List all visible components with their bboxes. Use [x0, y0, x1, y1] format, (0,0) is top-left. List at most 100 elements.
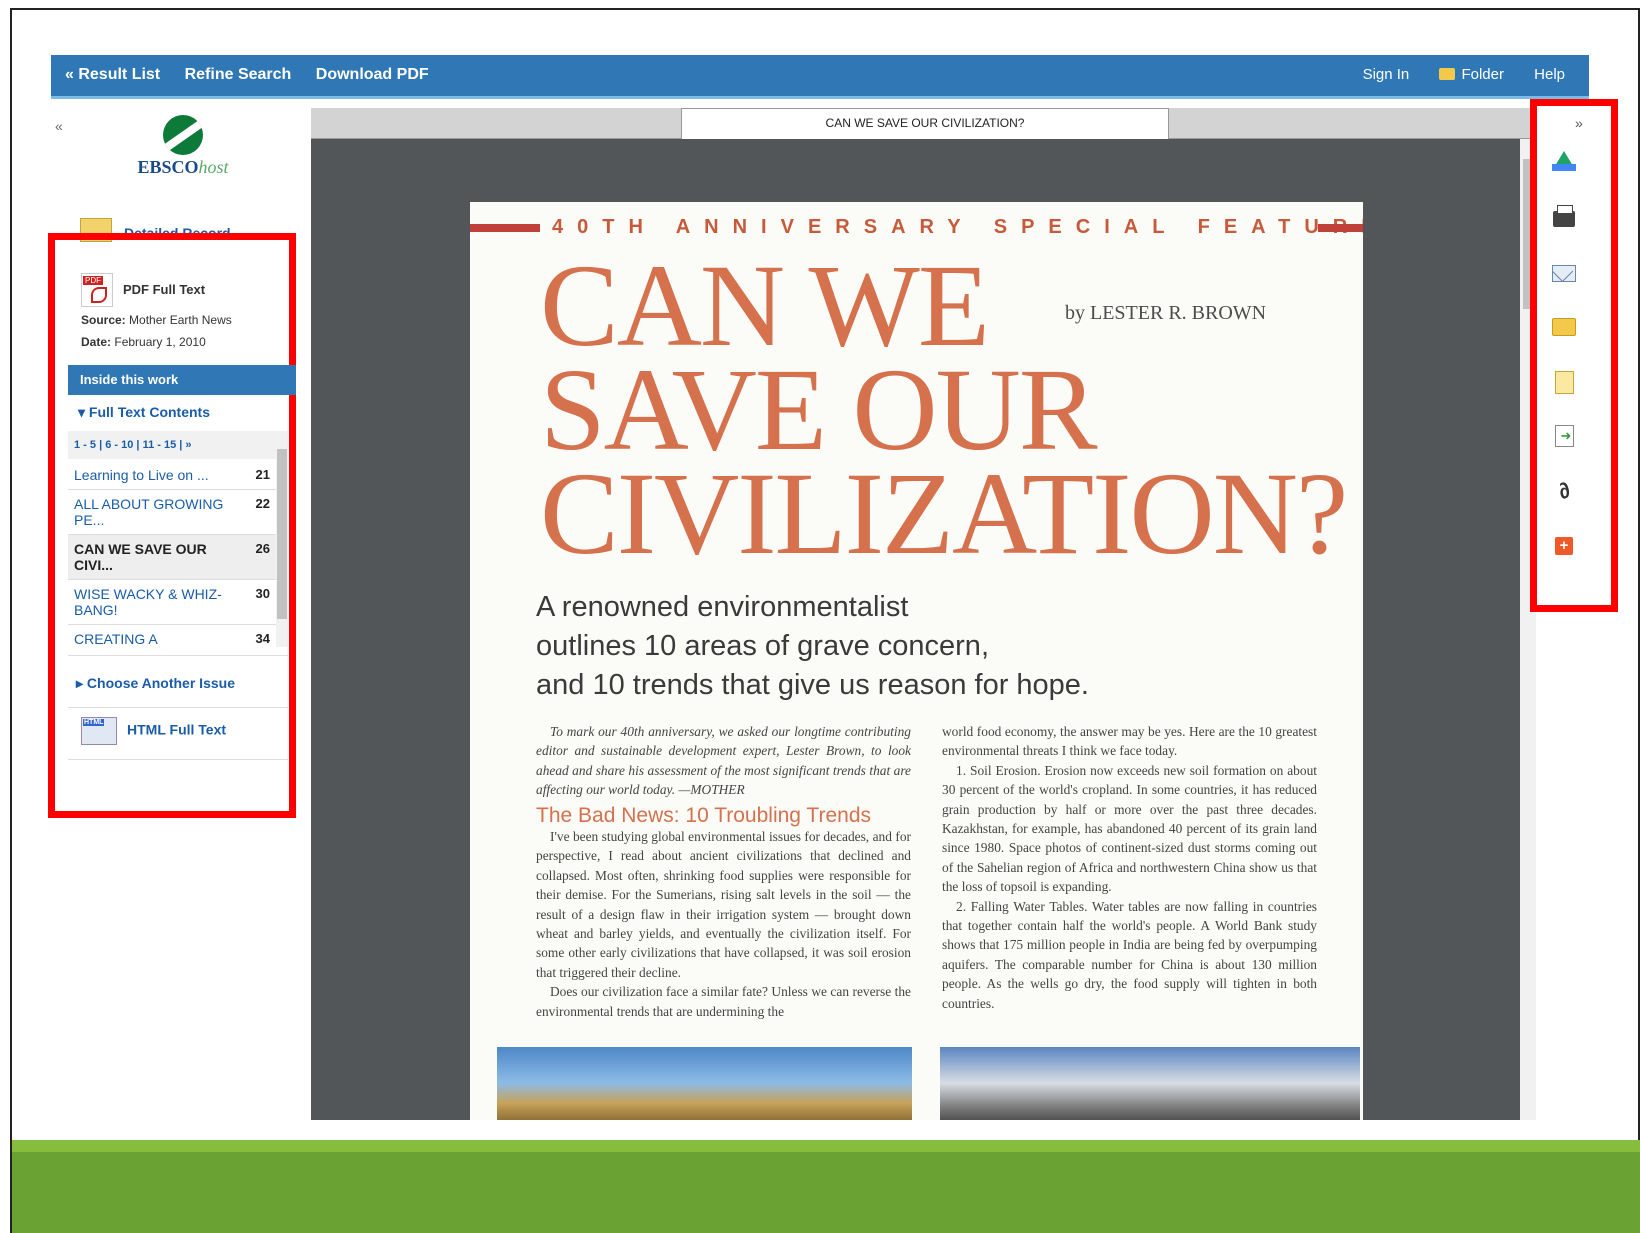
item-title: ALL ABOUT GROWING PE... [74, 496, 224, 528]
viewer-tab-bar: CAN WE SAVE OUR CIVILIZATION? [311, 108, 1536, 139]
source-value: Mother Earth News [129, 313, 232, 327]
item-title: CREATING A SUSTAINAB... [74, 631, 157, 647]
article-column-right: world food economy, the answer may be ye… [942, 722, 1317, 1013]
contents-pager: 1 - 5 | 6 - 10 | 11 - 15 | » [68, 431, 286, 459]
ebsco-globe-icon [163, 115, 203, 155]
item-title: CAN WE SAVE OUR CIVI... [74, 541, 207, 573]
choose-another-issue-link[interactable]: ▸ Choose Another Issue [76, 675, 235, 692]
divider [68, 759, 288, 760]
list-item[interactable]: Learning to Live on ... 21 [68, 461, 276, 490]
divider [68, 655, 288, 656]
full-text-contents-label: Full Text Contents [88, 404, 210, 420]
article-column-left: To mark our 40th anniversary, we asked o… [536, 722, 911, 1021]
feature-banner: 40TH ANNIVERSARY SPECIAL FEATURE [470, 216, 1363, 242]
html-full-text-label: HTML Full Text [127, 721, 227, 738]
paragraph: 1. Soil Erosion. Erosion now exceeds new… [942, 762, 1317, 895]
add-to-folder-button[interactable] [1551, 314, 1577, 340]
pager-1-5[interactable]: 1 - 5 [74, 439, 96, 451]
divider [68, 707, 288, 708]
landscape-photo [497, 1047, 912, 1120]
note-button[interactable] [1551, 369, 1577, 395]
google-drive-icon [1552, 151, 1576, 171]
pager-next[interactable]: » [185, 439, 191, 451]
item-page: 22 [255, 496, 270, 511]
share-button[interactable]: + [1551, 533, 1577, 559]
article-intro: To mark our 40th anniversary, we asked o… [536, 724, 911, 798]
pdf-icon [81, 273, 113, 307]
pager-11-15[interactable]: 11 - 15 [143, 439, 177, 451]
source-label: Source: [81, 313, 126, 327]
paragraph: world food economy, the answer may be ye… [942, 724, 1317, 759]
article-byline: by LESTER R. BROWN [1065, 302, 1267, 324]
document-tab[interactable]: CAN WE SAVE OUR CIVILIZATION? [681, 108, 1169, 139]
result-list-link[interactable]: « Result List [65, 66, 160, 83]
source-line: Source: Mother Earth News [81, 313, 232, 327]
folder-link[interactable]: Folder [1439, 66, 1504, 83]
refine-search-link[interactable]: Refine Search [185, 66, 292, 83]
item-title: WISE WACKY & WHIZ-BANG! [74, 586, 222, 618]
scrollbar-thumb[interactable] [277, 449, 287, 619]
html-full-text-link[interactable]: HTML Full Text [81, 717, 226, 745]
headline-line-2: SAVE OUR [540, 344, 1098, 475]
folder-label: Folder [1461, 66, 1504, 83]
pdf-full-text-link[interactable]: PDF Full Text [81, 273, 205, 307]
date-value: February 1, 2010 [114, 335, 206, 349]
subhead-line-2: outlines 10 areas of grave concern, [536, 630, 989, 662]
item-page: 34 [255, 631, 270, 646]
permalink-icon: ∂ [1554, 476, 1574, 505]
help-link[interactable]: Help [1534, 66, 1565, 83]
full-text-contents-toggle[interactable]: ▾ Full Text Contents [78, 404, 210, 421]
item-page: 26 [255, 541, 270, 556]
export-icon [1554, 425, 1574, 447]
item-page: 21 [255, 467, 270, 482]
export-button[interactable] [1551, 423, 1577, 449]
collapse-left-panel-button[interactable]: « [55, 118, 63, 134]
pdf-page: 40TH ANNIVERSARY SPECIAL FEATURE CAN WE … [470, 202, 1363, 1120]
expand-tools-button[interactable]: » [1575, 115, 1583, 131]
email-button[interactable] [1551, 260, 1577, 286]
banner-rule-left [470, 224, 540, 232]
list-item[interactable]: ALL ABOUT GROWING PE... 22 [68, 490, 276, 535]
date-line: Date: February 1, 2010 [81, 335, 206, 349]
contents-list: Learning to Live on ... 21 ALL ABOUT GROW… [68, 461, 276, 647]
sign-in-link[interactable]: Sign In [1363, 66, 1410, 83]
paragraph: Does our civilization face a similar fat… [536, 984, 911, 1019]
item-page: 30 [255, 586, 270, 601]
folder-icon [1439, 68, 1456, 80]
slide-footer-band [12, 1140, 1640, 1233]
paragraph: I've been studying global environmental … [536, 829, 911, 980]
list-item[interactable]: CREATING A SUSTAINAB... 34 [68, 625, 276, 647]
note-icon [1554, 370, 1574, 394]
item-title: Learning to Live on ... [74, 467, 209, 483]
download-pdf-link[interactable]: Download PDF [316, 66, 429, 83]
banner-rule-right [1318, 224, 1363, 232]
permalink-button[interactable]: ∂ [1551, 476, 1577, 505]
html-icon [81, 717, 117, 745]
google-drive-button[interactable] [1551, 148, 1577, 174]
subhead-line-1: A renowned environmentalist [536, 591, 909, 623]
pager-6-10[interactable]: 6 - 10 [105, 439, 133, 451]
print-button[interactable] [1551, 205, 1577, 232]
left-panel: PDF Full Text Source: Mother Earth News … [58, 257, 296, 812]
banner-text: 40TH ANNIVERSARY SPECIAL FEATURE [552, 216, 1363, 238]
logo-brand-main: EBSCO [137, 157, 199, 177]
article-subhead: A renowned environmentalist outlines 10 … [536, 588, 1089, 705]
mountain-photo [940, 1047, 1360, 1120]
share-add-icon: + [1555, 537, 1573, 555]
date-label: Date: [81, 335, 112, 349]
section-title: The Bad News: 10 Troubling Trends [536, 803, 872, 827]
logo-brand-host: host [198, 157, 229, 177]
contents-scrollbar[interactable] [276, 431, 288, 647]
inside-this-work-header: Inside this work [68, 365, 296, 395]
paragraph: 2. Falling Water Tables. Water tables ar… [942, 898, 1317, 1011]
list-item[interactable]: WISE WACKY & WHIZ-BANG! 30 [68, 580, 276, 625]
folder-icon [1552, 318, 1576, 336]
subhead-line-3: and 10 trends that give us reason for ho… [536, 669, 1089, 701]
ebscohost-logo[interactable]: EBSCOhost [128, 115, 238, 178]
article-headline: CAN WE SAVE OUR CIVILIZATION? [540, 247, 1348, 579]
print-icon [1553, 205, 1575, 227]
email-icon [1552, 264, 1576, 282]
choose-another-issue-label: Choose Another Issue [86, 675, 235, 691]
headline-line-3: CIVILIZATION? [540, 448, 1348, 579]
list-item-current[interactable]: CAN WE SAVE OUR CIVI... 26 [68, 535, 276, 580]
